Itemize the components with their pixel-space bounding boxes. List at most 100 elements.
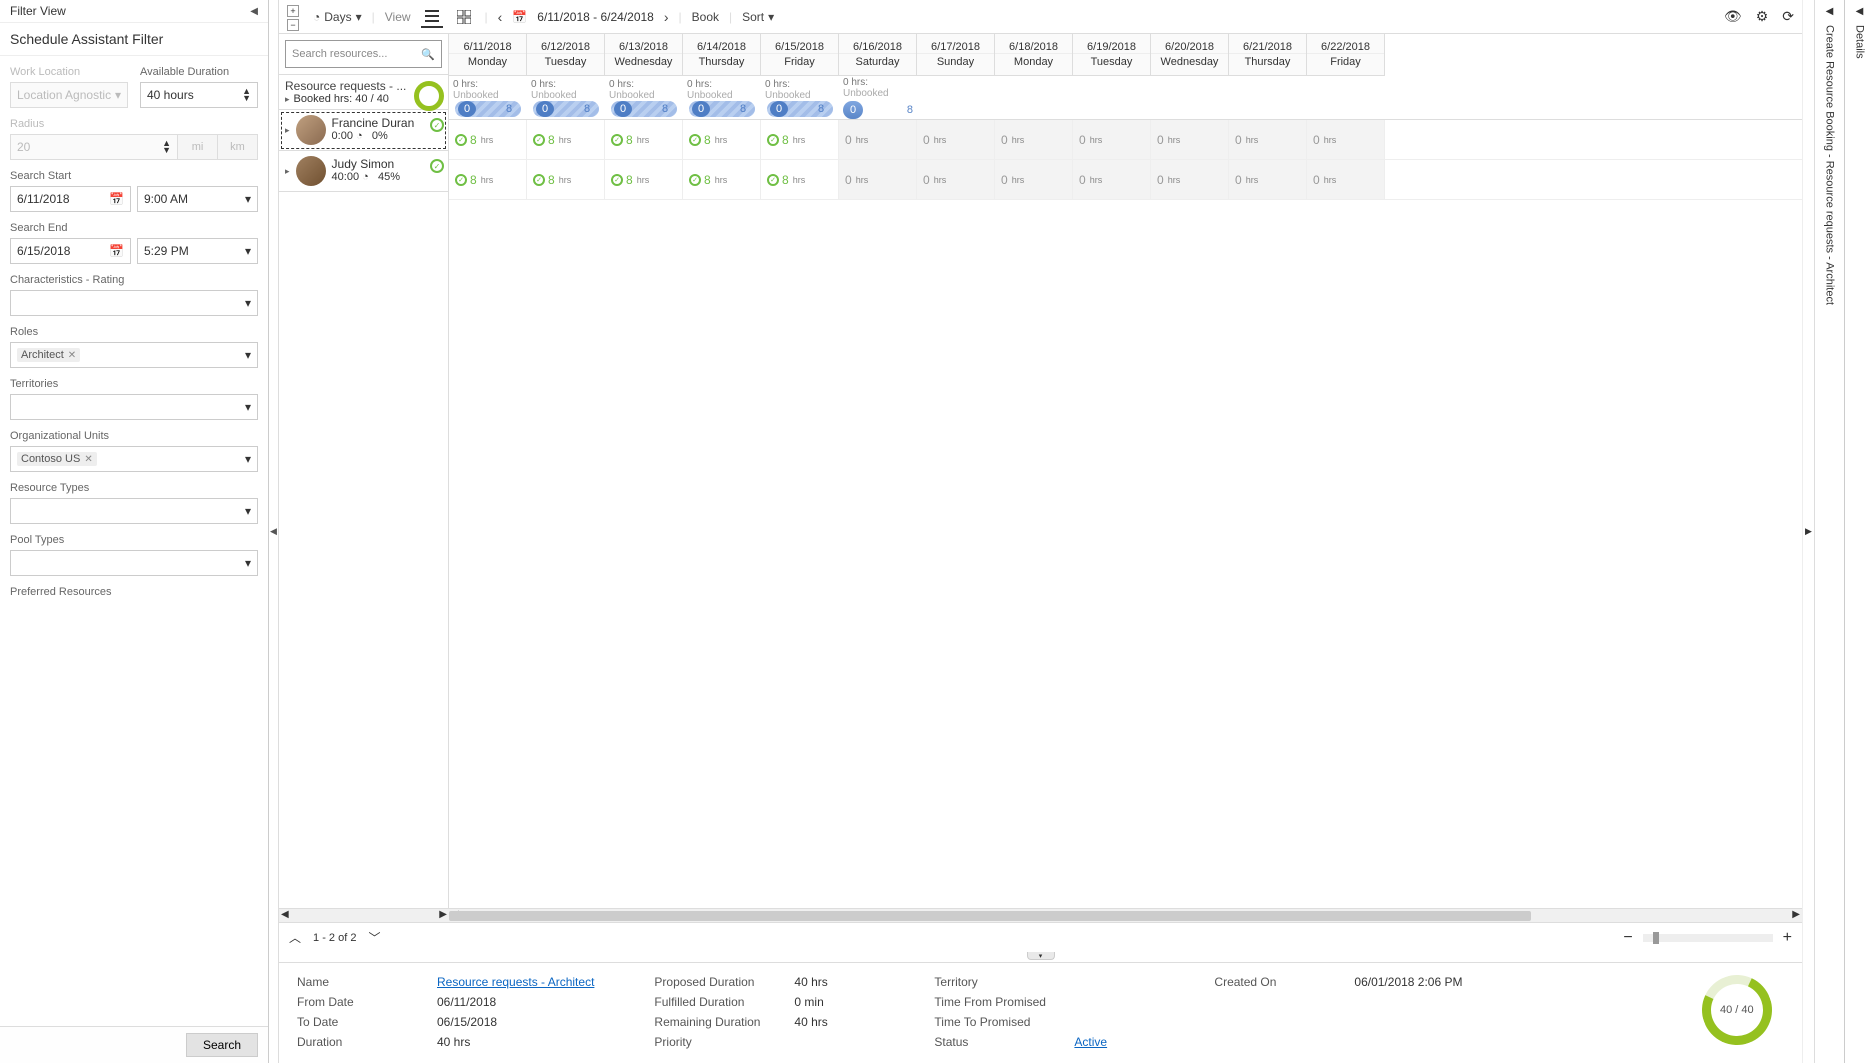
hours-cell[interactable]: ✓8hrs (761, 160, 839, 199)
search-end-date[interactable]: 6/15/2018 📅 (10, 238, 131, 264)
hours-cell[interactable]: ✓8hrs (449, 120, 527, 159)
details-panel-collapsed[interactable]: ◀ Details (1844, 0, 1874, 1063)
day-header[interactable]: 6/17/2018Sunday (917, 34, 994, 76)
zoom-slider[interactable] (1643, 934, 1773, 942)
hours-cell[interactable]: 0hrs (1151, 160, 1229, 199)
hours-cell[interactable]: 0hrs (995, 160, 1073, 199)
calendar-icon[interactable]: 📅 (512, 10, 527, 24)
expand-caret-icon[interactable]: ▸ (285, 166, 290, 177)
chevron-down-icon[interactable]: ▾ (245, 192, 251, 206)
characteristics-select[interactable]: ▾ (10, 290, 258, 316)
hours-cell[interactable]: ✓8hrs (683, 160, 761, 199)
status-link[interactable]: Active (1074, 1035, 1107, 1049)
zoom-in-button[interactable]: + (1783, 929, 1792, 947)
calendar-icon[interactable]: 📅 (109, 192, 124, 206)
roles-select[interactable]: Architect✕ ▾ (10, 342, 258, 368)
unbooked-cell[interactable]: 0 hrs: Unbooked08 (449, 79, 527, 117)
expand-all-button[interactable]: + (287, 5, 299, 17)
unbooked-cell[interactable]: 0 hrs: Unbooked08 (761, 79, 839, 117)
collapse-all-button[interactable]: − (287, 19, 299, 31)
schedule-grid[interactable]: 6/11/2018Monday6/12/2018Tuesday6/13/2018… (449, 34, 1802, 908)
resource-list-hscroll[interactable]: ◀▶ (279, 908, 449, 922)
search-start-time[interactable]: 9:00 AM ▾ (137, 186, 258, 212)
refresh-icon[interactable]: ⟳ (1782, 8, 1794, 25)
pool-types-select[interactable]: ▾ (10, 550, 258, 576)
resource-request-summary[interactable]: Resource requests - ... ▸ Booked hrs: 40… (279, 75, 448, 110)
remove-chip-icon[interactable]: ✕ (84, 454, 92, 465)
duration-stepper[interactable]: ▲▼ (242, 88, 251, 102)
unbooked-cell[interactable]: 0 hrs: Unbooked08 (839, 77, 917, 119)
book-button[interactable]: Book (692, 10, 719, 24)
prev-range-button[interactable]: ‹ (498, 9, 503, 25)
collapse-right-icon[interactable]: ◀ (1856, 6, 1864, 17)
day-header[interactable]: 6/19/2018Tuesday (1073, 34, 1150, 76)
hours-cell[interactable]: ✓8hrs (761, 120, 839, 159)
hours-cell[interactable]: 0hrs (1307, 160, 1385, 199)
day-header[interactable]: 6/21/2018Thursday (1229, 34, 1306, 76)
territories-select[interactable]: ▾ (10, 394, 258, 420)
hours-cell[interactable]: ✓8hrs (605, 120, 683, 159)
unbooked-cell[interactable]: 0 hrs: Unbooked08 (605, 79, 683, 117)
calendar-icon[interactable]: 📅 (109, 244, 124, 258)
search-end-time[interactable]: 5:29 PM ▾ (137, 238, 258, 264)
hours-cell[interactable]: 0hrs (917, 120, 995, 159)
eye-icon[interactable]: 👁 (1724, 8, 1742, 25)
requirement-name-link[interactable]: Resource requests - Architect (437, 975, 594, 989)
search-start-date[interactable]: 6/11/2018 📅 (10, 186, 131, 212)
resource-row[interactable]: ▸ Judy Simon 40:00 ◔ 45% ✓ (279, 151, 448, 192)
unbooked-cell[interactable]: 0 hrs: Unbooked08 (683, 79, 761, 117)
unbooked-cell[interactable]: 0 hrs: Unbooked08 (527, 79, 605, 117)
expand-left-handle[interactable]: ◀ (269, 0, 279, 1063)
available-duration-select[interactable]: 40 hours ▲▼ (140, 82, 258, 108)
day-header[interactable]: 6/15/2018Friday (761, 34, 838, 76)
day-header[interactable]: 6/12/2018Tuesday (527, 34, 604, 76)
search-button[interactable]: Search (186, 1033, 258, 1057)
day-header[interactable]: 6/13/2018Wednesday (605, 34, 682, 76)
hours-cell[interactable]: 0hrs (917, 160, 995, 199)
day-header[interactable]: 6/22/2018Friday (1307, 34, 1384, 76)
sort-dropdown[interactable]: Sort ▾ (742, 10, 774, 24)
hours-cell[interactable]: ✓8hrs (527, 120, 605, 159)
hours-cell[interactable]: 0hrs (1229, 160, 1307, 199)
page-down-icon[interactable]: ﹀ (368, 929, 380, 946)
hours-cell[interactable]: ✓8hrs (683, 120, 761, 159)
grid-hscroll[interactable]: ◀▶ (449, 908, 1802, 922)
day-header[interactable]: 6/20/2018Wednesday (1151, 34, 1228, 76)
next-range-button[interactable]: › (664, 9, 669, 25)
collapse-left-icon[interactable]: ◀ (250, 6, 258, 17)
expand-right-handle[interactable]: ▶ (1802, 0, 1814, 1063)
hours-cell[interactable]: 0hrs (995, 120, 1073, 159)
resource-row[interactable]: ▸ Francine Duran 0:00 ◔ 0% ✓ (279, 110, 448, 151)
view-grid-button[interactable] (453, 6, 475, 28)
day-header[interactable]: 6/18/2018Monday (995, 34, 1072, 76)
hours-cell[interactable]: 0hrs (839, 120, 917, 159)
search-icon[interactable]: 🔍 (421, 48, 435, 61)
hours-cell[interactable]: ✓8hrs (449, 160, 527, 199)
day-header[interactable]: 6/16/2018Saturday (839, 34, 916, 76)
hours-cell[interactable]: ✓8hrs (527, 160, 605, 199)
date-range-label[interactable]: 6/11/2018 - 6/24/2018 (537, 10, 654, 24)
hours-cell[interactable]: 0hrs (1073, 160, 1151, 199)
hours-cell[interactable]: 0hrs (1229, 120, 1307, 159)
hours-cell[interactable]: 0hrs (839, 160, 917, 199)
remove-chip-icon[interactable]: ✕ (68, 350, 76, 361)
create-booking-panel-collapsed[interactable]: ◀ Create Resource Booking - Resource req… (1814, 0, 1844, 1063)
collapse-right-icon[interactable]: ◀ (1826, 6, 1834, 17)
day-header[interactable]: 6/11/2018Monday (449, 34, 526, 76)
resource-types-select[interactable]: ▾ (10, 498, 258, 524)
gear-icon[interactable]: ⚙ (1756, 8, 1769, 25)
page-up-icon[interactable]: ︿ (289, 929, 301, 946)
expand-caret-icon[interactable]: ▸ (285, 125, 290, 136)
hours-cell[interactable]: ✓8hrs (605, 160, 683, 199)
chevron-down-icon[interactable]: ▾ (245, 244, 251, 258)
hours-cell[interactable]: 0hrs (1307, 120, 1385, 159)
expand-caret-icon[interactable]: ▸ (285, 94, 290, 105)
hours-cell[interactable]: 0hrs (1073, 120, 1151, 159)
org-units-select[interactable]: Contoso US✕ ▾ (10, 446, 258, 472)
timescale-days-dropdown[interactable]: ◔ Days ▾ (313, 10, 362, 24)
view-list-button[interactable] (421, 6, 443, 28)
search-resources-input[interactable]: Search resources... 🔍 (285, 40, 442, 68)
zoom-out-button[interactable]: − (1623, 929, 1632, 947)
day-header[interactable]: 6/14/2018Thursday (683, 34, 760, 76)
details-splitter-handle[interactable]: ▾ (1027, 952, 1055, 960)
